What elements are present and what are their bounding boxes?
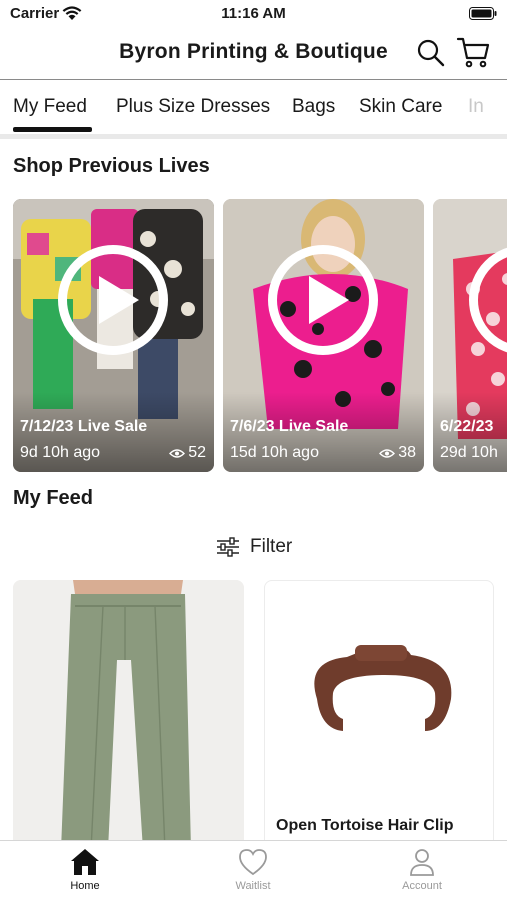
live-time-ago: 29d 10h [440, 444, 498, 461]
play-icon[interactable] [58, 245, 168, 355]
live-title: 6/22/23 [440, 418, 494, 435]
category-tabs: My Feed Plus Size Dresses Bags Skin Care… [0, 80, 507, 136]
live-card[interactable]: 7/6/23 Live Sale 15d 10h ago 38 [223, 199, 424, 472]
cart-icon[interactable] [456, 36, 490, 68]
play-icon[interactable] [268, 245, 378, 355]
feed-section-title: My Feed [13, 487, 94, 509]
nav-home[interactable]: Home [40, 847, 130, 892]
person-icon [410, 849, 434, 876]
filter-button[interactable]: Filter [216, 534, 292, 560]
live-title: 7/6/23 Live Sale [230, 418, 349, 435]
status-bar: Carrier 11:16 AM [0, 0, 507, 28]
tab-skin-care[interactable]: Skin Care [359, 96, 442, 118]
product-card[interactable]: Open Tortoise Hair Clip [264, 580, 494, 850]
clock: 11:16 AM [221, 5, 286, 22]
home-icon [71, 849, 99, 875]
filter-label: Filter [250, 536, 293, 557]
live-card[interactable]: 7/12/23 Live Sale 9d 10h ago 52 [13, 199, 214, 472]
bottom-navigation: Home Waitlist Account [0, 840, 507, 900]
heart-icon [239, 849, 267, 876]
live-view-count: 52 [188, 444, 206, 461]
eye-icon [379, 448, 396, 458]
nav-home-label: Home [70, 880, 100, 892]
product-name: Open Tortoise Hair Clip [276, 817, 454, 834]
tab-partial[interactable]: In [468, 96, 484, 118]
nav-account[interactable]: Account [377, 847, 467, 892]
nav-account-label: Account [402, 880, 442, 892]
live-card[interactable]: 6/22/23 29d 10h [433, 199, 507, 472]
battery-icon [469, 7, 497, 20]
live-views: 52 [169, 444, 206, 462]
divider [0, 134, 507, 139]
tab-plus-size-dresses[interactable]: Plus Size Dresses [116, 96, 270, 118]
product-image [13, 580, 244, 850]
live-view-count: 38 [398, 444, 416, 461]
live-time-ago: 9d 10h ago [20, 444, 101, 461]
product-image [314, 645, 452, 731]
tab-selected-indicator [13, 127, 92, 132]
sliders-icon [217, 537, 239, 557]
live-time-ago: 15d 10h ago [230, 444, 319, 461]
live-views: 38 [379, 444, 416, 462]
lives-section-title: Shop Previous Lives [13, 155, 210, 177]
product-card[interactable] [13, 580, 244, 850]
live-title: 7/12/23 Live Sale [20, 418, 148, 435]
nav-waitlist[interactable]: Waitlist [208, 847, 298, 892]
eye-icon [169, 448, 186, 458]
tab-my-feed[interactable]: My Feed [13, 96, 87, 118]
nav-waitlist-label: Waitlist [235, 880, 271, 892]
search-icon[interactable] [416, 38, 446, 68]
tab-bags[interactable]: Bags [292, 96, 335, 118]
app-header: Byron Printing & Boutique [0, 28, 507, 80]
